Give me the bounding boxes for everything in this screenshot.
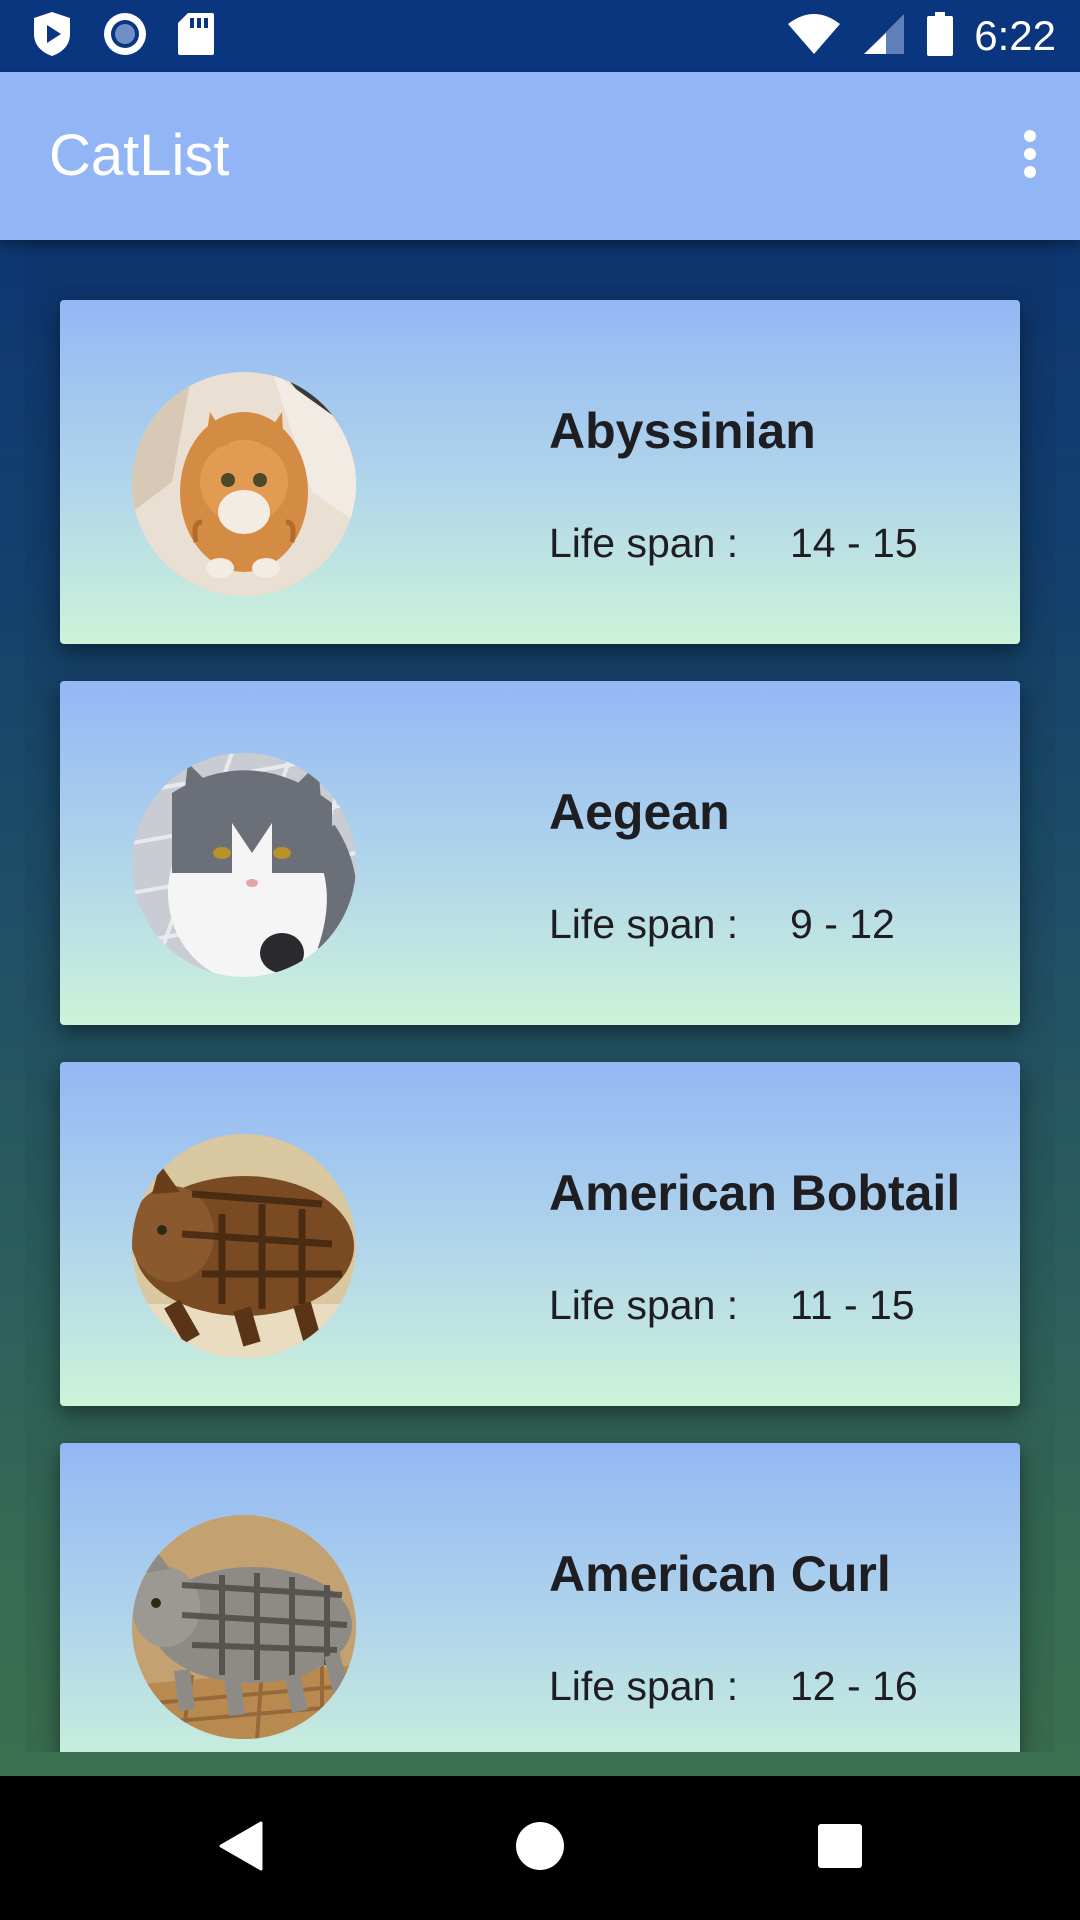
cat-card[interactable]: Abyssinian Life span : 14 - 15 [60, 300, 1020, 644]
life-span-label: Life span : [549, 1663, 739, 1709]
cat-name: Aegean [549, 784, 730, 840]
cat-name: American Bobtail [549, 1165, 961, 1221]
cat-card[interactable]: Aegean Life span : 9 - 12 [60, 681, 1020, 1025]
cat-photo [132, 372, 356, 596]
home-button[interactable] [460, 1776, 620, 1920]
recents-icon [817, 1823, 863, 1874]
battery-icon [926, 11, 954, 62]
cat-card[interactable]: American Curl Life span : 12 - 16 [60, 1443, 1020, 1752]
life-span-label: Life span : [549, 1282, 739, 1328]
life-span-value: 11 - 15 [790, 1282, 915, 1328]
signal-icon [862, 12, 906, 61]
cat-name: American Curl [549, 1546, 891, 1602]
screen: 6:22 CatList Abyssinian Life span: 14 -… [0, 0, 1080, 1920]
status-left-icons [30, 0, 216, 72]
wifi-icon [786, 12, 842, 61]
cat-list[interactable]: Abyssinian Life span : 14 - 15 Aegean Li… [0, 240, 1080, 1752]
overflow-menu-button[interactable] [998, 118, 1062, 194]
cat-photo [132, 1515, 356, 1739]
back-icon [217, 1821, 263, 1876]
navigation-bar [0, 1776, 1080, 1920]
life-span-value: 14 - 15 [790, 520, 918, 566]
cat-photo [132, 1134, 356, 1358]
status-right-icons: 6:22 [786, 0, 1056, 72]
cat-name: Abyssinian [549, 403, 816, 459]
life-span-value: 9 - 12 [790, 901, 895, 947]
more-vert-icon [1022, 129, 1038, 184]
cat-photo [132, 753, 356, 977]
radio-icon [102, 11, 148, 62]
status-time: 6:22 [974, 12, 1056, 59]
app-bar: CatList [0, 72, 1080, 240]
home-icon [515, 1821, 565, 1876]
life-span-label: Life span : [549, 520, 739, 566]
life-span-value: 12 - 16 [790, 1663, 918, 1709]
back-button[interactable] [160, 1776, 320, 1920]
sd-card-icon [176, 11, 216, 62]
app-title: CatList [49, 123, 230, 188]
cat-card[interactable]: American Bobtail Life span : 11 - 15 [60, 1062, 1020, 1406]
life-span-label: Life span : [549, 901, 739, 947]
play-protect-icon [30, 10, 74, 63]
status-bar: 6:22 [0, 0, 1080, 72]
recents-button[interactable] [760, 1776, 920, 1920]
